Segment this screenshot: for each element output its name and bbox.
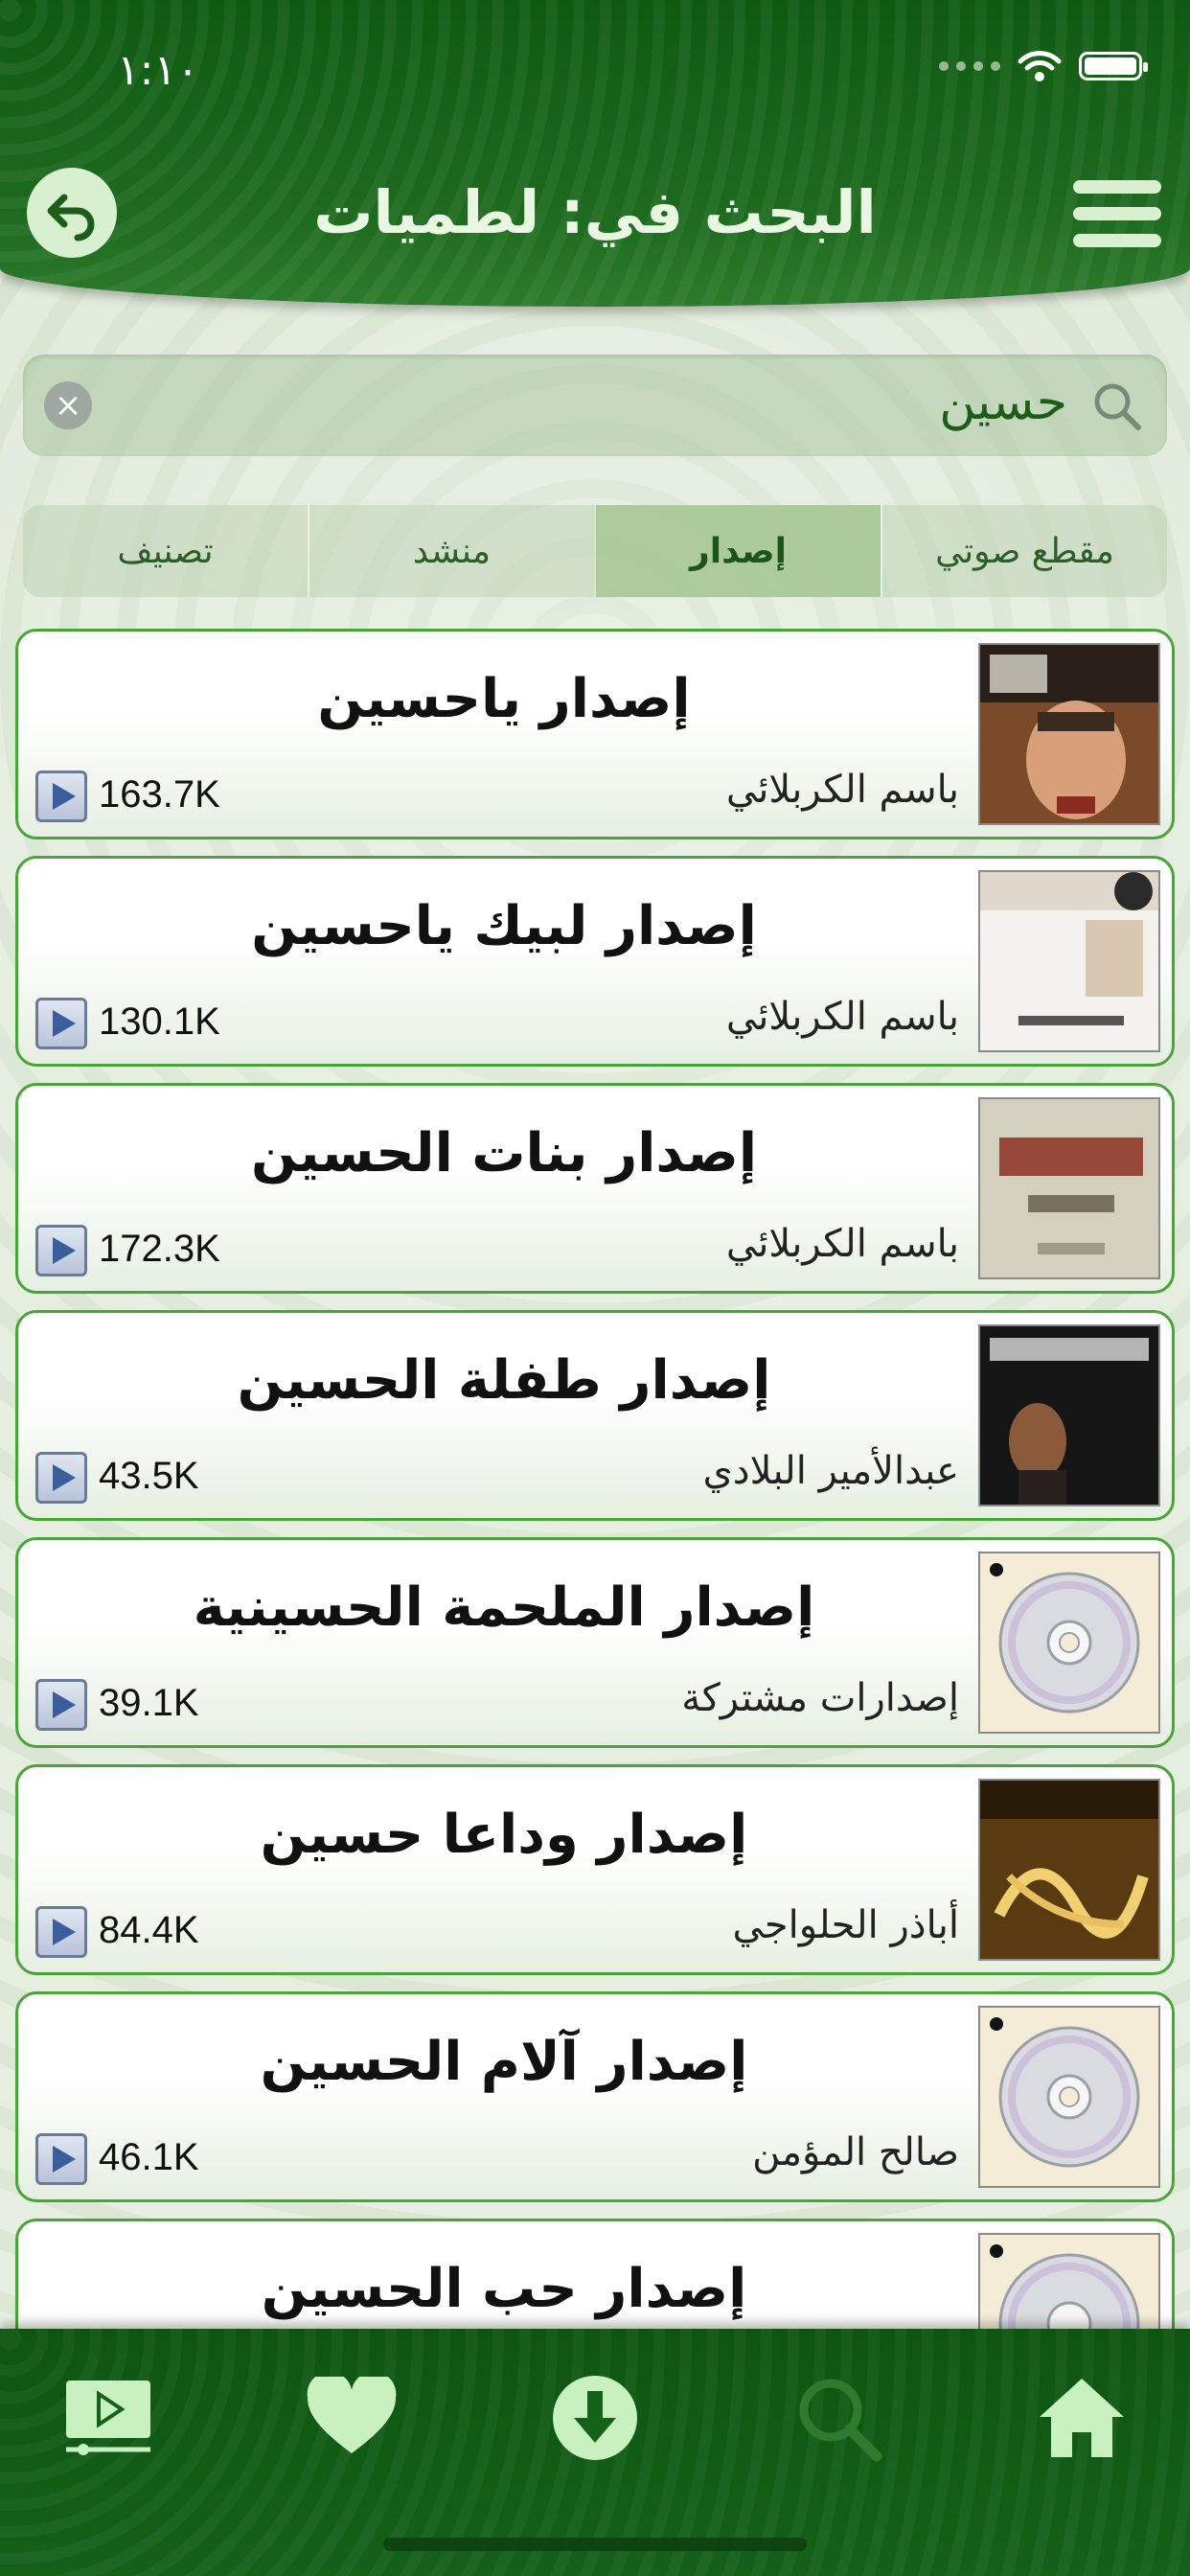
release-title: إصدار ياحسين [317, 668, 691, 730]
search-icon [799, 2379, 882, 2462]
album-cover [978, 870, 1160, 1052]
menu-button[interactable] [1073, 180, 1161, 247]
artist-name: باسم الكربلائي [725, 768, 959, 812]
play-icon[interactable] [35, 1679, 87, 1731]
home-icon [1040, 2379, 1124, 2457]
play-icon[interactable] [35, 998, 87, 1049]
artist-name: أباذر الحلواجي [732, 1903, 959, 1947]
segment-audio-clip[interactable]: مقطع صوتي [881, 505, 1167, 597]
status-icons [939, 50, 1148, 82]
release-title: إصدار وداعا حسين [260, 1804, 748, 1866]
album-cover [978, 643, 1160, 825]
play-count: 84.4K [99, 1909, 199, 1951]
artist-name: صالح المؤمن [752, 2130, 959, 2174]
download-icon [553, 2376, 637, 2460]
list-item[interactable]: إصدار الملحمة الحسينية إصدارات مشتركة 39… [15, 1537, 1175, 1748]
play-icon[interactable] [35, 1906, 87, 1958]
tab-search[interactable] [786, 2365, 891, 2471]
search-icon [1094, 383, 1141, 430]
album-cover [978, 1324, 1160, 1506]
segment-category[interactable]: تصنيف [23, 505, 308, 597]
tab-downloads[interactable] [542, 2365, 648, 2471]
segment-release[interactable]: إصدار [594, 505, 881, 597]
artist-name: باسم الكربلائي [725, 1222, 959, 1266]
play-icon[interactable] [35, 1225, 87, 1276]
play-count: 163.7K [99, 773, 220, 816]
artist-name: باسم الكربلائي [725, 995, 959, 1039]
video-icon [66, 2380, 150, 2455]
tab-favorites[interactable] [299, 2365, 404, 2471]
status-time: ١:١٠ [117, 46, 199, 95]
album-cover [978, 1779, 1160, 1961]
battery-icon [1079, 52, 1148, 80]
release-title: إصدار بنات الحسين [250, 1122, 758, 1184]
heart-icon [307, 2377, 397, 2453]
list-item[interactable]: إصدار وداعا حسين أباذر الحلواجي 84.4K [15, 1764, 1175, 1975]
album-cover [978, 1097, 1160, 1279]
list-item[interactable]: إصدار لبيك ياحسين باسم الكربلائي 130.1K [15, 856, 1175, 1067]
segment-singer[interactable]: منشد [308, 505, 594, 597]
artist-name: إصدارات مشتركة [681, 1676, 959, 1720]
header-bar: ١:١٠ البحث في: لطميات [0, 0, 1190, 307]
release-title: إصدار طفلة الحسين [237, 1349, 771, 1412]
signal-icon [939, 61, 1000, 71]
list-item[interactable]: إصدار آلام الحسين صالح المؤمن 46.1K [15, 1991, 1175, 2202]
cd-placeholder-image [978, 2006, 1160, 2188]
release-title: إصدار حب الحسين [261, 2258, 747, 2320]
release-title: إصدار آلام الحسين [260, 2031, 748, 2093]
play-icon[interactable] [35, 1452, 87, 1504]
play-count: 43.5K [99, 1455, 199, 1497]
menu-icon [1073, 180, 1161, 194]
filter-segments: تصنيف منشد إصدار مقطع صوتي [23, 505, 1167, 597]
home-indicator [383, 2538, 807, 2551]
play-count: 46.1K [99, 2136, 199, 2178]
artist-name: عبدالأمير البلادي [702, 1449, 960, 1493]
search-bar[interactable]: × حسين [23, 355, 1167, 456]
play-icon[interactable] [35, 2133, 87, 2185]
list-item[interactable]: إصدار ياحسين باسم الكربلائي 163.7K [15, 629, 1175, 840]
results-list: إصدار ياحسين باسم الكربلائي 163.7K إصدار… [15, 629, 1175, 2446]
play-count: 172.3K [99, 1228, 220, 1270]
search-input[interactable]: حسين [939, 374, 1067, 431]
tab-videos[interactable] [56, 2365, 161, 2471]
list-item[interactable]: إصدار بنات الحسين باسم الكربلائي 172.3K [15, 1083, 1175, 1294]
clear-search-button[interactable]: × [44, 381, 92, 429]
cd-placeholder-image [978, 1552, 1160, 1734]
tab-home[interactable] [1029, 2365, 1134, 2471]
wifi-icon [1018, 51, 1062, 81]
list-item[interactable]: إصدار طفلة الحسين عبدالأمير البلادي 43.5… [15, 1310, 1175, 1521]
release-title: إصدار لبيك ياحسين [251, 895, 757, 957]
play-icon[interactable] [35, 770, 87, 822]
play-count: 130.1K [99, 1000, 220, 1043]
play-count: 39.1K [99, 1682, 199, 1724]
page-title: البحث في: لطميات [313, 177, 877, 247]
release-title: إصدار الملحمة الحسينية [193, 1576, 815, 1639]
